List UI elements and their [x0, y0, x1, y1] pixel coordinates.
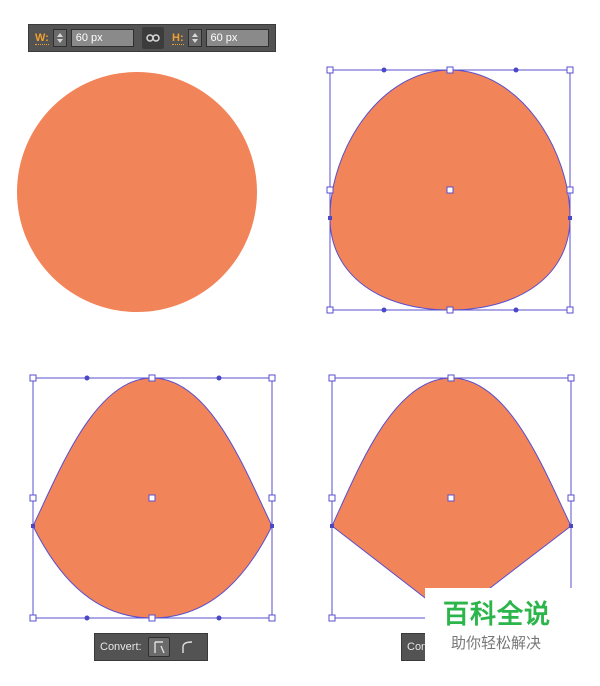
shape-step-3[interactable]: [29, 374, 276, 622]
stepper-down-icon: [56, 39, 63, 43]
stepper-up-icon: [56, 33, 63, 37]
width-stepper[interactable]: [52, 29, 67, 47]
stepper-up-icon: [191, 33, 198, 37]
convert-toolbar: Convert:: [94, 633, 208, 661]
convert-label: Convert:: [100, 641, 142, 653]
shape-step-2[interactable]: [326, 66, 574, 314]
corner-anchor-icon: [153, 641, 165, 654]
circle-shape[interactable]: [17, 72, 257, 312]
convert-to-smooth-button[interactable]: [176, 637, 198, 657]
transform-toolbar: W: 60 px H: 60 px: [28, 24, 276, 52]
convert-to-corner-button[interactable]: [147, 637, 170, 657]
height-label: H:: [172, 31, 184, 45]
watermark-title: 百科全说: [443, 600, 552, 630]
width-label: W:: [35, 31, 49, 45]
height-input[interactable]: 60 px: [205, 29, 269, 47]
link-icon: [146, 34, 160, 42]
stepper-down-icon: [191, 39, 198, 43]
smooth-anchor-icon: [181, 641, 192, 653]
watermark: 百科全说 助你轻松解决: [425, 588, 575, 662]
constrain-proportions-button[interactable]: [142, 27, 165, 49]
shape-step-4[interactable]: [328, 374, 575, 622]
watermark-subtitle: 助你轻松解决: [451, 634, 542, 652]
width-input[interactable]: 60 px: [70, 29, 135, 47]
height-stepper[interactable]: [187, 29, 202, 47]
artboard: [17, 66, 575, 622]
